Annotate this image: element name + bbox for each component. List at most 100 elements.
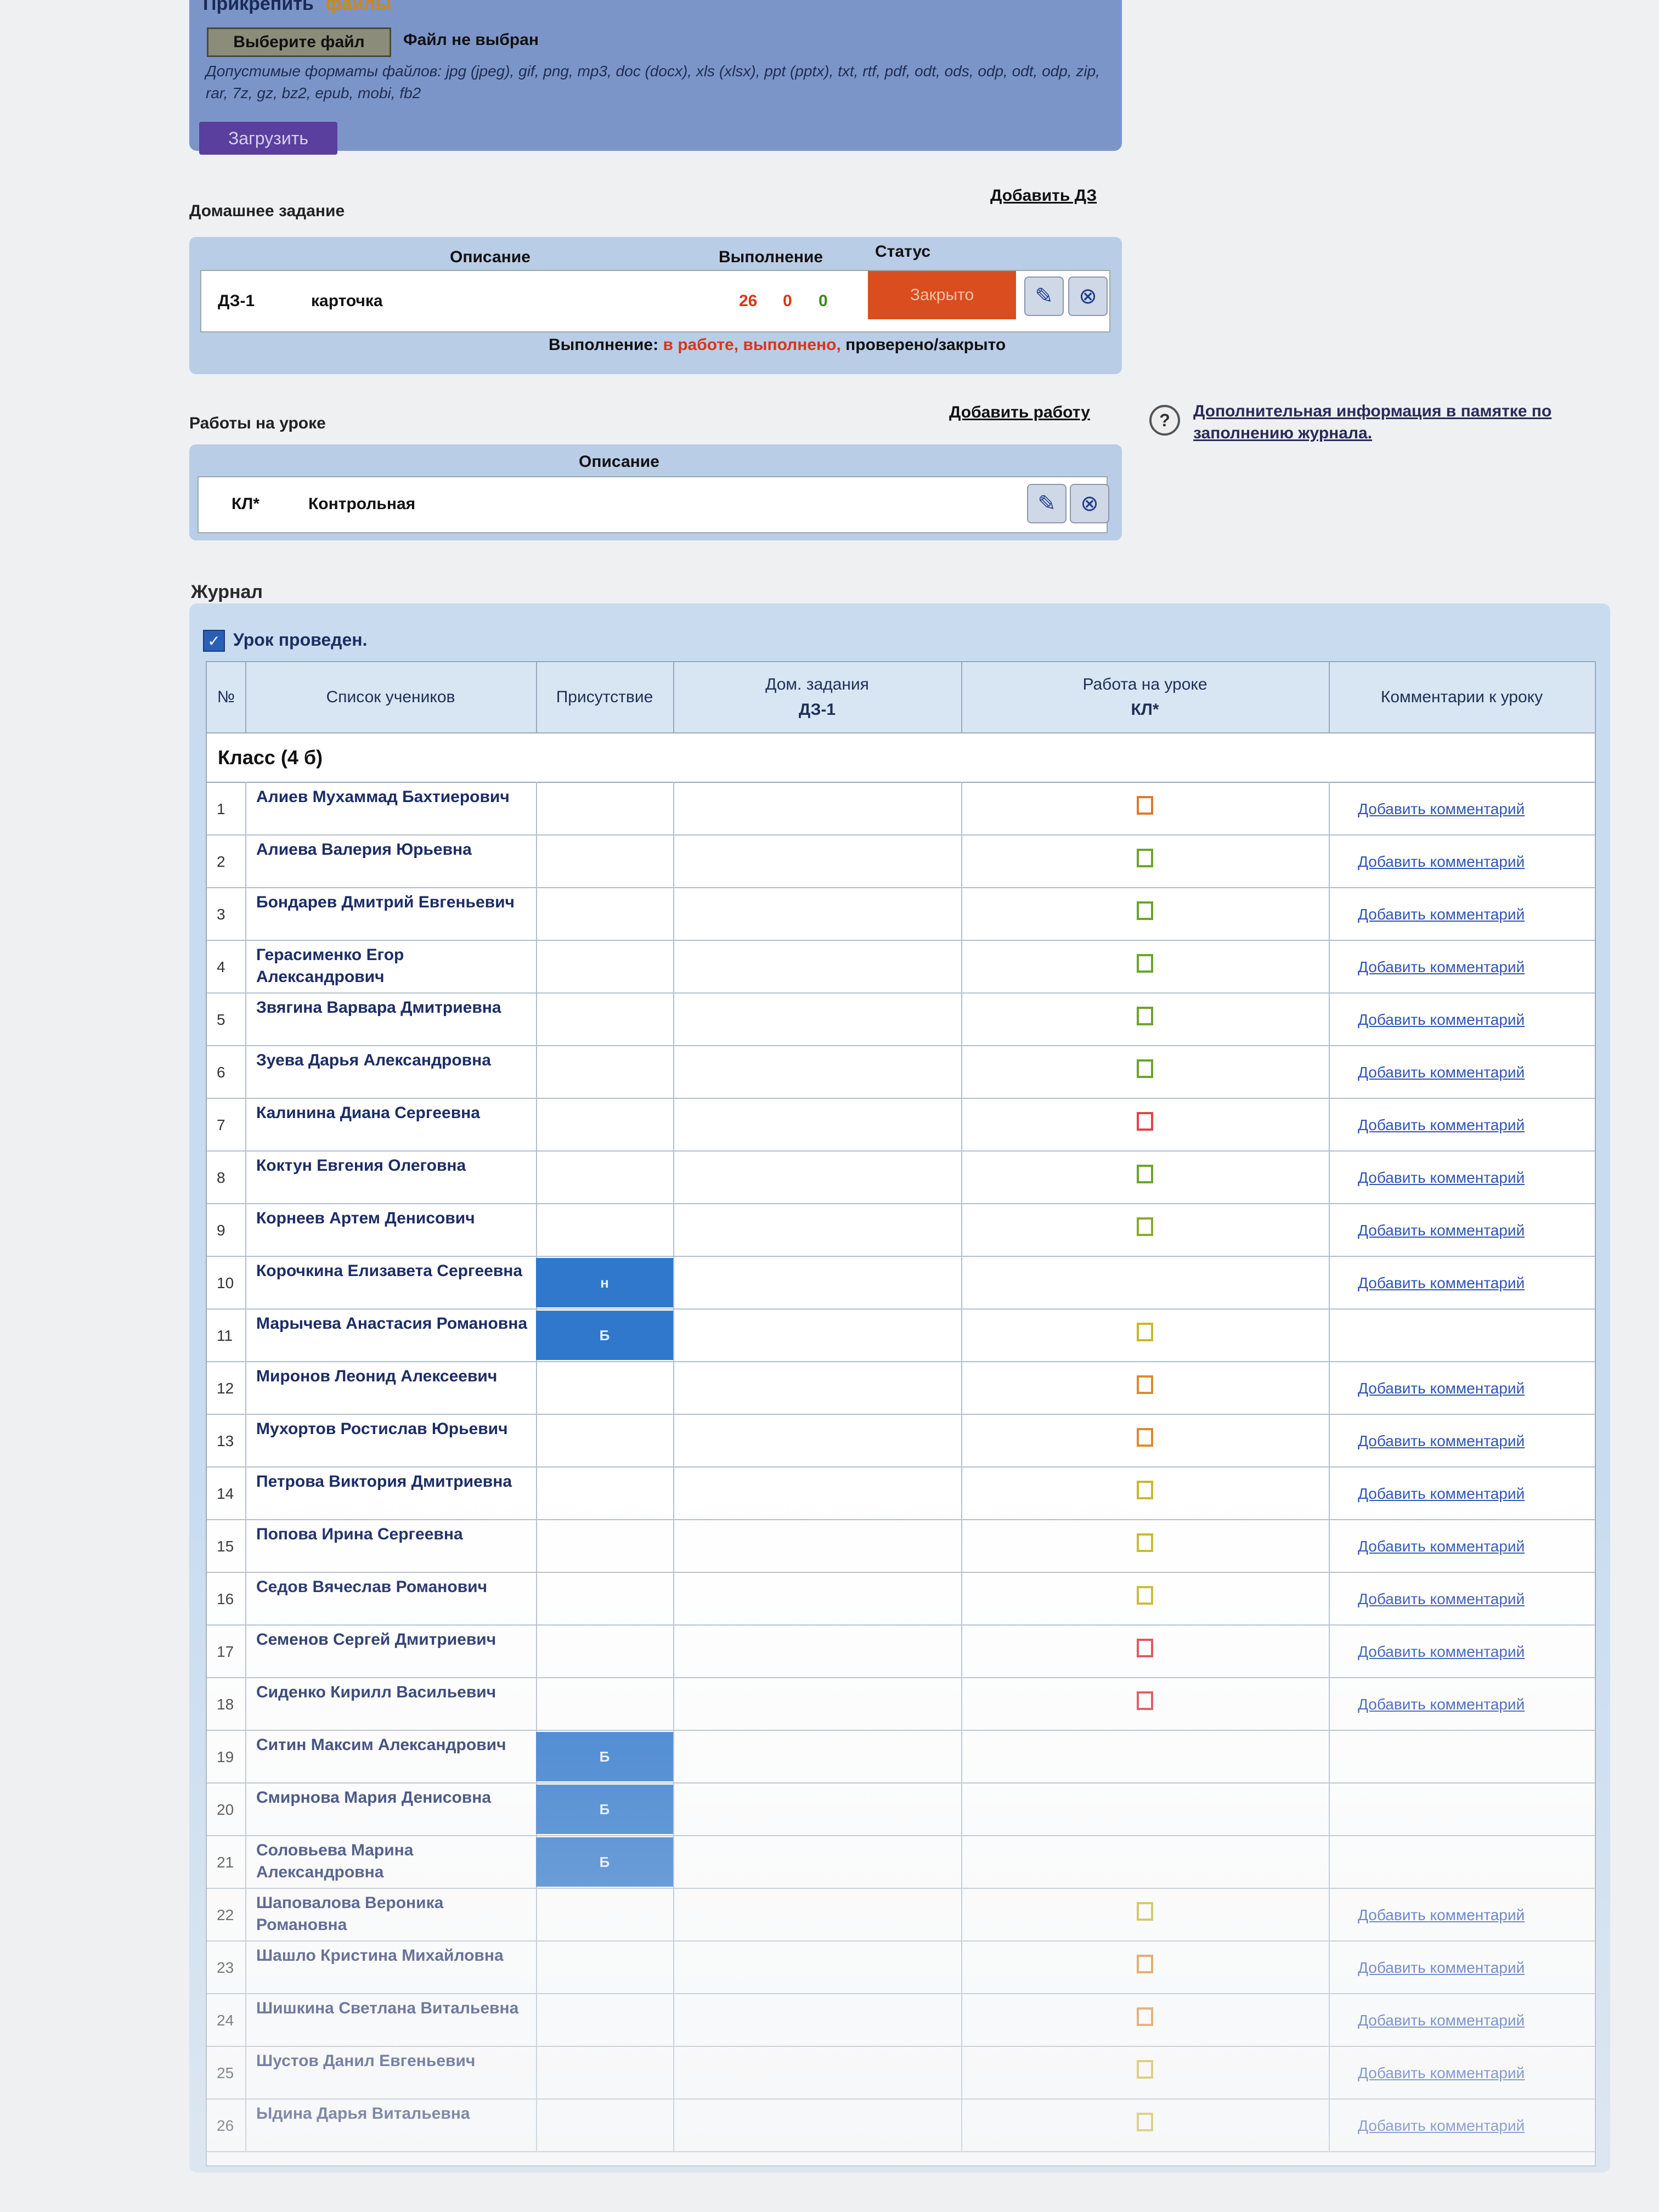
work-mark-icon[interactable] — [1137, 901, 1153, 920]
add-comment-link[interactable]: Добавить комментарий — [1358, 1538, 1525, 1555]
presence-cell[interactable] — [536, 1624, 673, 1677]
classwork-code[interactable]: КЛ* — [232, 495, 259, 514]
homework-status-badge[interactable]: Закрыто — [868, 271, 1016, 319]
student-name[interactable]: Бондарев Дмитрий Евгеньевич — [256, 891, 531, 913]
student-name[interactable]: Калинина Диана Сергеевна — [256, 1102, 531, 1124]
student-name[interactable]: Марычева Анастасия Романовна — [256, 1313, 531, 1335]
add-comment-link[interactable]: Добавить комментарий — [1358, 1906, 1525, 1924]
add-homework-link[interactable]: Добавить ДЗ — [990, 187, 1097, 205]
presence-cell[interactable] — [536, 1203, 673, 1256]
student-name[interactable]: Шаповалова Вероника Романовна — [256, 1892, 531, 1936]
student-name[interactable]: Смирнова Мария Денисовна — [256, 1787, 531, 1809]
absence-cell[interactable]: Б — [536, 1837, 673, 1887]
add-comment-link[interactable]: Добавить комментарий — [1358, 1011, 1525, 1029]
delete-icon[interactable]: ⊗ — [1068, 276, 1108, 316]
add-comment-link[interactable]: Добавить комментарий — [1358, 1064, 1525, 1081]
student-name[interactable]: Корочкина Елизавета Сергеевна — [256, 1260, 531, 1282]
presence-cell[interactable] — [536, 887, 673, 940]
choose-file-button[interactable]: Выберите файл — [207, 27, 391, 57]
add-comment-link[interactable]: Добавить комментарий — [1358, 1169, 1525, 1187]
student-name[interactable]: Шустов Данил Евгеньевич — [256, 2050, 531, 2072]
work-mark-icon[interactable] — [1137, 2007, 1153, 2026]
presence-cell[interactable] — [536, 782, 673, 834]
add-comment-link[interactable]: Добавить комментарий — [1358, 1432, 1525, 1450]
student-name[interactable]: Соловьева Марина Александровна — [256, 1839, 531, 1883]
add-comment-link[interactable]: Добавить комментарий — [1358, 1696, 1525, 1713]
edit-pencil-icon[interactable]: ✎ — [1024, 276, 1064, 316]
student-name[interactable]: Попова Ирина Сергеевна — [256, 1523, 531, 1545]
student-name[interactable]: Звягина Варвара Дмитриевна — [256, 997, 531, 1019]
student-name[interactable]: Ситин Максим Александрович — [256, 1734, 531, 1756]
student-name[interactable]: Зуева Дарья Александровна — [256, 1049, 531, 1071]
student-name[interactable]: Миронов Леонид Алексеевич — [256, 1365, 531, 1387]
presence-cell[interactable] — [536, 1045, 673, 1098]
work-mark-icon[interactable] — [1137, 1639, 1153, 1657]
attach-files-link[interactable]: файлы — [325, 0, 391, 14]
work-mark-icon[interactable] — [1137, 1691, 1153, 1710]
add-comment-link[interactable]: Добавить комментарий — [1358, 1959, 1525, 1977]
presence-cell[interactable] — [536, 1572, 673, 1624]
homework-code[interactable]: ДЗ-1 — [218, 292, 255, 311]
student-name[interactable]: Ыдина Дарья Витальевна — [256, 2103, 531, 2125]
add-comment-link[interactable]: Добавить комментарий — [1358, 800, 1525, 818]
work-mark-icon[interactable] — [1137, 1165, 1153, 1183]
work-mark-icon[interactable] — [1137, 1375, 1153, 1394]
presence-cell[interactable] — [536, 1888, 673, 1940]
work-mark-icon[interactable] — [1137, 796, 1153, 815]
work-mark-icon[interactable] — [1137, 1481, 1153, 1499]
add-comment-link[interactable]: Добавить комментарий — [1358, 958, 1525, 976]
work-mark-icon[interactable] — [1137, 1217, 1153, 1236]
work-mark-icon[interactable] — [1137, 849, 1153, 867]
work-mark-icon[interactable] — [1137, 2060, 1153, 2079]
upload-button[interactable]: Загрузить — [199, 122, 337, 155]
presence-cell[interactable] — [536, 992, 673, 1045]
add-comment-link[interactable]: Добавить комментарий — [1358, 1590, 1525, 1608]
presence-cell[interactable] — [536, 2098, 673, 2151]
presence-cell[interactable] — [536, 834, 673, 887]
info-link[interactable]: Дополнительная информация в памятке по з… — [1193, 400, 1621, 444]
work-mark-icon[interactable] — [1137, 1323, 1153, 1341]
work-mark-icon[interactable] — [1137, 1955, 1153, 1973]
add-classwork-link[interactable]: Добавить работу — [949, 403, 1090, 422]
student-name[interactable]: Герасименко Егор Александрович — [256, 944, 531, 988]
add-comment-link[interactable]: Добавить комментарий — [1358, 1116, 1525, 1134]
add-comment-link[interactable]: Добавить комментарий — [1358, 1222, 1525, 1239]
presence-cell[interactable] — [536, 1414, 673, 1466]
delete-icon[interactable]: ⊗ — [1070, 484, 1109, 523]
work-mark-icon[interactable] — [1137, 1533, 1153, 1552]
edit-pencil-icon[interactable]: ✎ — [1027, 484, 1066, 523]
add-comment-link[interactable]: Добавить комментарий — [1358, 1485, 1525, 1503]
add-comment-link[interactable]: Добавить комментарий — [1358, 2117, 1525, 2135]
presence-cell[interactable] — [536, 1466, 673, 1519]
absence-cell[interactable]: Б — [536, 1785, 673, 1834]
add-comment-link[interactable]: Добавить комментарий — [1358, 2012, 1525, 2029]
work-mark-icon[interactable] — [1137, 1902, 1153, 1921]
student-name[interactable]: Мухортов Ростислав Юрьевич — [256, 1418, 531, 1440]
add-comment-link[interactable]: Добавить комментарий — [1358, 2064, 1525, 2082]
student-name[interactable]: Шашло Кристина Михайловна — [256, 1945, 531, 1967]
student-name[interactable]: Семенов Сергей Дмитриевич — [256, 1629, 531, 1651]
work-mark-icon[interactable] — [1137, 1586, 1153, 1605]
col-classwork-sub[interactable]: КЛ* — [1131, 697, 1159, 723]
presence-cell[interactable] — [536, 1940, 673, 1993]
work-mark-icon[interactable] — [1137, 954, 1153, 973]
work-mark-icon[interactable] — [1137, 1059, 1153, 1078]
student-name[interactable]: Алиева Валерия Юрьевна — [256, 839, 531, 861]
absence-cell[interactable]: н — [536, 1258, 673, 1307]
add-comment-link[interactable]: Добавить комментарий — [1358, 1274, 1525, 1292]
presence-cell[interactable] — [536, 1993, 673, 2046]
work-mark-icon[interactable] — [1137, 1112, 1153, 1131]
presence-cell[interactable] — [536, 1150, 673, 1203]
add-comment-link[interactable]: Добавить комментарий — [1358, 906, 1525, 923]
col-homework-sub[interactable]: ДЗ-1 — [799, 697, 836, 723]
add-comment-link[interactable]: Добавить комментарий — [1358, 853, 1525, 871]
presence-cell[interactable] — [536, 940, 673, 992]
presence-cell[interactable] — [536, 1098, 673, 1150]
student-name[interactable]: Шишкина Светлана Витальевна — [256, 1997, 531, 2019]
absence-cell[interactable]: Б — [536, 1732, 673, 1781]
absence-cell[interactable]: Б — [536, 1311, 673, 1360]
work-mark-icon[interactable] — [1137, 2113, 1153, 2131]
add-comment-link[interactable]: Добавить комментарий — [1358, 1380, 1525, 1397]
work-mark-icon[interactable] — [1137, 1428, 1153, 1447]
student-name[interactable]: Корнеев Артем Денисович — [256, 1207, 531, 1229]
